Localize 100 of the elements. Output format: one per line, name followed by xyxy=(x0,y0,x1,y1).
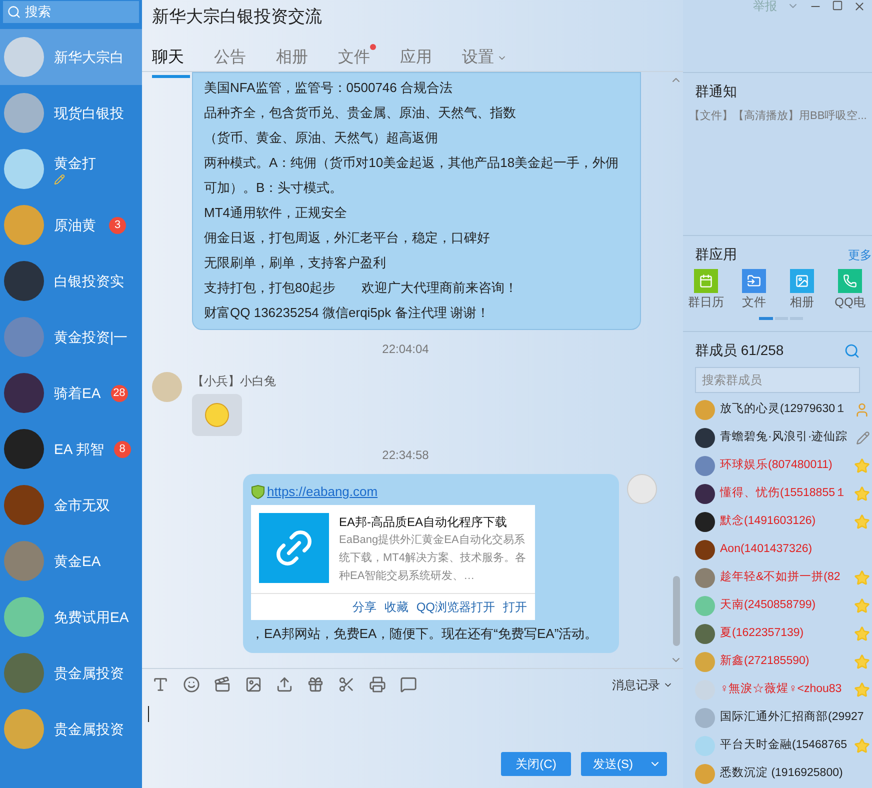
message-line: MT4通用软件，正规安全 xyxy=(204,204,348,222)
history-button[interactable]: 消息记录 xyxy=(612,676,673,694)
member-name: 趁年轻&不如拼一拼(82 xyxy=(720,570,840,586)
conversation-name: EA 邦智 xyxy=(54,440,104,458)
avatar xyxy=(4,709,44,749)
conversation-name: 免费试用EA xyxy=(54,608,129,626)
close-icon[interactable] xyxy=(853,0,866,13)
conversation-item[interactable]: 贵金属投资 xyxy=(0,645,142,701)
pencil-icon[interactable] xyxy=(856,431,870,445)
member-item[interactable]: 默念(1491603126) xyxy=(683,508,872,536)
link[interactable]: https://eabang.com xyxy=(267,482,378,502)
avatar xyxy=(695,484,715,504)
send-button[interactable]: 发送(S) xyxy=(581,752,667,776)
message-line: 佣金日返，打包周返，外汇老平台，稳定，口碑好 xyxy=(204,229,491,247)
close-button[interactable]: 关闭(C) xyxy=(501,752,571,776)
conversation-name: 金市无双 xyxy=(54,496,110,514)
avatar xyxy=(4,261,44,301)
conversation-item[interactable]: 免费试用EA xyxy=(0,589,142,645)
timestamp: 22:34:58 xyxy=(382,447,429,464)
conversation-name: 现货白银投 xyxy=(54,104,124,122)
conversation-name: 原油黄 xyxy=(54,216,96,234)
member-name: 平台天时金融(15468765 xyxy=(720,738,847,754)
conversation-item[interactable]: 黄金投资|一 xyxy=(0,309,142,365)
timestamp: 22:04:04 xyxy=(382,341,429,358)
avatar xyxy=(4,205,44,245)
shield-icon xyxy=(251,484,265,499)
member-item[interactable]: 平台天时金融(15468765 xyxy=(683,732,872,760)
tab[interactable]: 公告 xyxy=(214,42,252,78)
card-action-link[interactable]: 分享 xyxy=(352,598,376,616)
message-line: 两种模式。A：纯佣（货币对10美金起返，其他产品18美金起一手，外佣可加）。B：头寸模式。 xyxy=(204,154,620,197)
card-action-link[interactable]: 打开 xyxy=(503,598,527,616)
conversation-item[interactable]: 黄金EA xyxy=(0,533,142,589)
member-item[interactable]: ♀無淚☆薇煋♀<zhou83 xyxy=(683,676,872,704)
member-name: 夏(1622357139) xyxy=(720,626,804,642)
conversation-item[interactable]: 原油黄 3 xyxy=(0,197,142,253)
clapperboard-icon[interactable] xyxy=(214,676,231,693)
member-item[interactable]: Aon(1401437326) xyxy=(683,536,872,564)
link-card[interactable]: EA邦-高品质EA自动化程序下载 EaBang提供外汇黄金EA自动化交易系统下载，MT4解决方案、技术服务。各种EA智能交易系统研发、… 分享 收藏 QQ浏览器打开 打开 xyxy=(251,504,535,620)
section-title: 群应用 xyxy=(695,245,737,264)
app-button[interactable]: 群日历 xyxy=(687,269,725,311)
unread-badge: 8 xyxy=(114,440,131,458)
avatar xyxy=(695,764,715,784)
upload-icon[interactable] xyxy=(276,676,293,693)
avatar xyxy=(4,373,44,413)
maximize-icon[interactable] xyxy=(832,0,843,11)
conversation-name: 贵金属投资 xyxy=(54,664,124,682)
smile-icon[interactable] xyxy=(183,676,200,693)
scissors-icon[interactable] xyxy=(338,676,355,693)
conversation-item[interactable]: 金市无双 xyxy=(0,477,142,533)
member-item[interactable]: 新鑫(272185590) xyxy=(683,648,872,676)
font-icon[interactable] xyxy=(152,676,169,693)
search-input[interactable]: 搜索 xyxy=(25,2,115,22)
member-name: 懂得、忧伤(15518855１ xyxy=(720,486,847,502)
search-icon[interactable] xyxy=(844,342,860,358)
member-item[interactable]: 放飞的心灵(12979630１ xyxy=(683,396,872,424)
tab[interactable]: 设置 xyxy=(462,42,513,78)
member-search-field[interactable]: 搜索群成员 xyxy=(695,367,860,393)
search-field[interactable]: 搜索 xyxy=(3,1,139,23)
conversation-item[interactable]: 新华大宗白 xyxy=(0,29,142,85)
conversation-item[interactable]: 贵金属投资 xyxy=(0,701,142,757)
card-action-link[interactable]: 收藏 xyxy=(384,598,408,616)
message-input[interactable]: 关闭(C) 发送(S) xyxy=(142,700,683,788)
unread-badge: 28 xyxy=(110,384,128,402)
member-item[interactable]: 天南(2450858799) xyxy=(683,592,872,620)
emoji-icon xyxy=(205,403,229,427)
message-line: 财富QQ 136235254 微信erqi5pk 备注代理 谢谢！ xyxy=(204,304,490,322)
app-button[interactable]: 相册 xyxy=(783,269,821,311)
conversation-item[interactable]: 白银投资实 xyxy=(0,253,142,309)
tab[interactable]: 相册 xyxy=(276,42,314,78)
member-name: 天南(2450858799) xyxy=(720,598,816,614)
conversation-name: 黄金投资|一 xyxy=(54,328,128,347)
member-search-input[interactable]: 搜索群成员 xyxy=(702,371,853,389)
chat-icon[interactable] xyxy=(400,676,417,693)
member-item[interactable]: 夏(1622357139) xyxy=(683,620,872,648)
member-item[interactable]: 青蟾碧兔·风浪引·迹仙踪 xyxy=(683,424,872,452)
avatar xyxy=(4,93,44,133)
gift-icon[interactable] xyxy=(307,676,324,693)
conversation-item[interactable]: 骑着EA 28 xyxy=(0,365,142,421)
card-action-link[interactable]: QQ浏览器打开 xyxy=(416,598,495,616)
app-button[interactable]: 文件 xyxy=(735,269,773,311)
conversation-item[interactable]: 黄金打 xyxy=(0,141,142,197)
member-item[interactable]: 环球娱乐(807480011) xyxy=(683,452,872,480)
more-link[interactable]: 更多 xyxy=(848,244,872,265)
member-item[interactable]: 懂得、忧伤(15518855１ xyxy=(683,480,872,508)
app-button[interactable]: QQ电 xyxy=(831,269,869,311)
member-name: 青蟾碧兔·风浪引·迹仙踪 xyxy=(720,429,848,446)
printer-icon[interactable] xyxy=(369,676,386,693)
conversation-item[interactable]: 现货白银投 xyxy=(0,85,142,141)
member-name: 环球娱乐(807480011) xyxy=(720,458,832,474)
conversation-name: 贵金属投资 xyxy=(54,720,124,738)
member-item[interactable]: 悉数沉淀 (1916925800) xyxy=(683,760,872,788)
card-title: EA邦-高品质EA自动化程序下载 xyxy=(339,514,508,530)
member-item[interactable]: 国际汇通外汇招商部(29927 xyxy=(683,704,872,732)
avatar xyxy=(695,400,715,420)
tab[interactable]: 应用 xyxy=(400,42,438,78)
tab[interactable]: 聊天 xyxy=(152,42,190,78)
image-icon[interactable] xyxy=(245,676,262,693)
avatar xyxy=(695,708,715,728)
conversation-item[interactable]: EA 邦智 8 xyxy=(0,421,142,477)
member-item[interactable]: 趁年轻&不如拼一拼(82 xyxy=(683,564,872,592)
